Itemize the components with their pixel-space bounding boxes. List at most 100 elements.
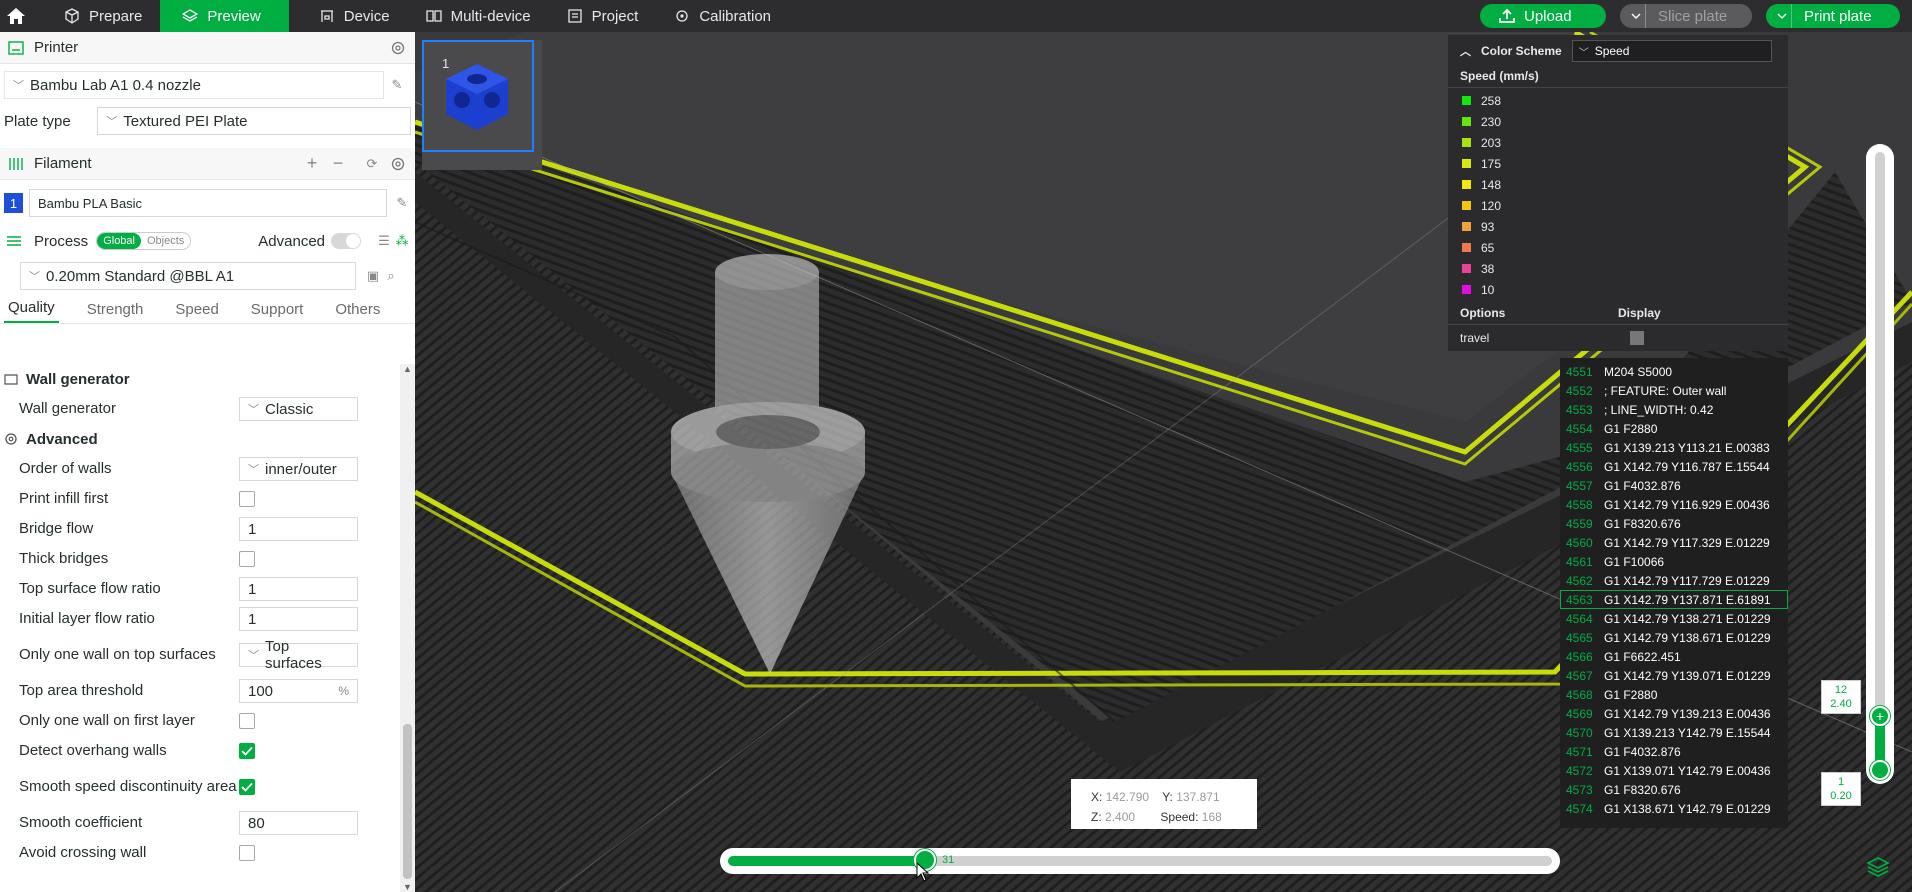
thick-bridges-checkbox[interactable] [239,551,255,567]
tab-label: Project [591,7,639,25]
gcode-line[interactable]: 4566 G1 F6622.451 [1560,647,1788,666]
top-actions: Upload Slice plate Print plate [1480,4,1900,28]
scroll-up-icon[interactable]: ▲ [403,364,412,374]
advanced-section: Advanced [0,424,400,454]
minus-icon[interactable]: − [329,153,347,173]
gcode-line[interactable]: 4565 G1 X142.79 Y138.671 E.01229 [1560,628,1788,647]
top-area-threshold-input[interactable]: 100 % [239,679,358,703]
top-surface-flow-input[interactable]: 1 [239,577,358,601]
print-label: Print plate [1804,7,1872,25]
search-icon[interactable]: ⌕ [382,267,400,285]
detect-overhang-checkbox[interactable] [239,743,255,759]
printer-select[interactable]: ﹀ Bambu Lab A1 0.4 nozzle [4,71,384,99]
gcode-line[interactable]: 4564 G1 X142.79 Y138.271 E.01229 [1560,609,1788,628]
scroll-down-icon[interactable]: ▼ [403,882,412,892]
tab-project[interactable]: Project [549,0,657,32]
tab-support[interactable]: Support [247,301,308,323]
chevron-down-icon[interactable] [1626,4,1646,28]
gcode-line[interactable]: 4571 G1 F4032.876 [1560,742,1788,761]
avoid-crossing-checkbox[interactable] [239,845,255,861]
gcode-line[interactable]: 4573 G1 F8320.676 [1560,780,1788,799]
legend-header: ︿ Color Scheme ﹀ Speed [1448,35,1788,67]
tab-device[interactable]: Device [301,0,408,32]
gcode-line[interactable]: 4567 G1 X142.79 Y139.071 E.01229 [1560,666,1788,685]
home-icon[interactable] [0,0,32,32]
tab-speed[interactable]: Speed [171,301,222,323]
print-plate-button[interactable]: Print plate [1766,4,1900,28]
advanced-toggle[interactable] [331,233,361,249]
list-icon[interactable]: ☰ [375,232,393,250]
travel-display-checkbox[interactable] [1630,331,1644,345]
print-infill-first-checkbox[interactable] [239,491,255,507]
plate-type-select[interactable]: ﹀ Textured PEI Plate [97,107,411,135]
gcode-line[interactable]: 4570 G1 X139.213 Y142.79 E.15544 [1560,723,1788,742]
color-scheme-label: Color Scheme [1481,44,1562,58]
gcode-line[interactable]: 4556 G1 X142.79 Y116.787 E.15544 [1560,457,1788,476]
gcode-line[interactable]: 4551 M204 S5000 [1560,362,1788,381]
order-of-walls-select[interactable]: ﹀ inner/outer [239,457,358,481]
edit-icon[interactable]: ✎ [388,76,406,94]
gcode-line[interactable]: 4553 ; LINE_WIDTH: 0.42 [1560,400,1788,419]
gear-icon[interactable] [389,39,407,57]
gcode-line[interactable]: 4561 G1 F10066 [1560,552,1788,571]
global-option[interactable]: Global [97,233,141,249]
gcode-line[interactable]: 4558 G1 X142.79 Y116.929 E.00436 [1560,495,1788,514]
upload-button[interactable]: Upload [1480,4,1606,28]
tab-strength[interactable]: Strength [83,301,148,323]
view-layers-icon[interactable] [1865,854,1891,880]
gcode-viewer[interactable]: 4551 M204 S5000 4552; FEATURE: Outer wall 4… [1560,358,1788,828]
move-slider[interactable]: 31 [720,848,1560,874]
chevron-down-icon[interactable] [1772,4,1792,28]
layer-slider[interactable]: + [1866,144,1894,784]
sync-icon[interactable]: ⟳ [363,155,381,173]
scrollbar-thumb[interactable] [403,724,412,879]
options-scrollbar[interactable]: ▲ ▼ [400,364,415,892]
save-icon[interactable]: ▣ [364,267,382,285]
smooth-speed-checkbox[interactable] [239,779,255,795]
gcode-line-text: G1 X142.79 Y117.329 E.01229 [1604,535,1770,550]
one-wall-first-checkbox[interactable] [239,713,255,729]
layer-top-handle[interactable]: + [1870,706,1890,726]
gear-icon[interactable] [389,155,407,173]
smooth-coefficient-input[interactable]: 80 [239,811,358,835]
gcode-line[interactable]: 4554 G1 F2880 [1560,419,1788,438]
wall-generator-select[interactable]: ﹀ Classic [239,397,358,421]
travel-label: travel [1460,331,1490,345]
gcode-line[interactable]: 4552 ; FEATURE: Outer wall [1560,381,1788,400]
gcode-line[interactable]: 4560 G1 X142.79 Y117.329 E.01229 [1560,533,1788,552]
legend-swatch [1462,117,1471,126]
tab-prepare[interactable]: Prepare [46,0,160,32]
global-objects-toggle[interactable]: Global Objects [96,232,192,250]
gcode-line[interactable]: 4568 G1 F2880 [1560,685,1788,704]
tab-quality[interactable]: Quality [4,299,59,323]
process-preset-select[interactable]: ﹀ 0.20mm Standard @BBL A1 [20,262,356,290]
filament-select[interactable]: Bambu PLA Basic [29,189,387,217]
gcode-line[interactable]: 4569 G1 X142.79 Y139.213 E.00436 [1560,704,1788,723]
plus-icon[interactable]: + [303,153,321,173]
y-label: Y: [1162,790,1173,804]
initial-layer-flow-input[interactable]: 1 [239,607,358,631]
one-wall-top-select[interactable]: ﹀ Top surfaces [239,638,358,672]
color-scheme-select[interactable]: ﹀ Speed [1571,40,1772,62]
gcode-line[interactable]: 4563 G1 X142.79 Y137.871 E.61891 [1560,590,1788,609]
gcode-line[interactable]: 4572 G1 X139.071 Y142.79 E.00436 [1560,761,1788,780]
gcode-line[interactable]: 4555 G1 X139.213 Y113.21 E.00383 [1560,438,1788,457]
edit-icon[interactable]: ✎ [393,194,411,212]
gcode-line[interactable]: 4557 G1 F4032.876 [1560,476,1788,495]
tab-preview[interactable]: Preview [160,0,289,32]
bridge-flow-input[interactable]: 1 [239,517,358,541]
tab-others[interactable]: Others [331,301,384,323]
slice-plate-button[interactable]: Slice plate [1620,4,1752,28]
filament-slot-badge[interactable]: 1 [4,193,23,213]
layer-bottom-handle[interactable] [1870,760,1890,780]
tab-multi-device[interactable]: Multi-device [408,0,549,32]
tab-calibration[interactable]: Calibration [656,0,789,32]
gcode-line[interactable]: 4562 G1 X142.79 Y117.729 E.01229 [1560,571,1788,590]
gcode-line-number: 4574 [1566,801,1593,816]
compare-icon[interactable]: ⁂ [393,232,411,250]
collapse-icon[interactable]: ︿ [1460,43,1471,59]
objects-option[interactable]: Objects [141,233,190,249]
gcode-line[interactable]: 4559 G1 F8320.676 [1560,514,1788,533]
plate-thumbnail[interactable]: 1 [422,40,542,170]
gcode-line[interactable]: 4574 G1 X138.671 Y142.79 E.01229 [1560,799,1788,818]
